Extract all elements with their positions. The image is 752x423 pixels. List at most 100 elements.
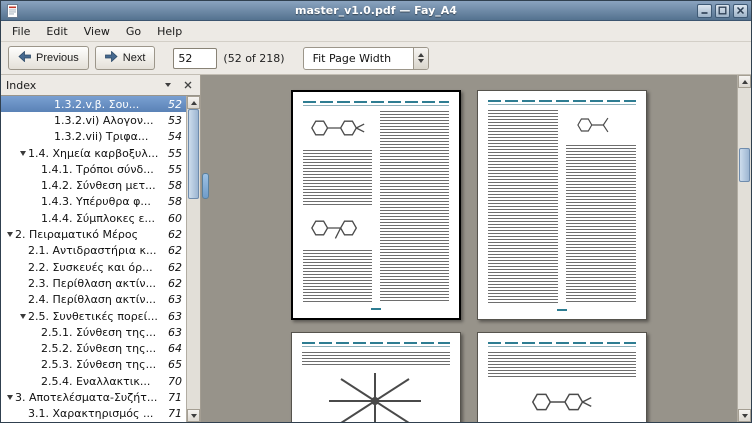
- index-item[interactable]: 3.1. Χαρακτηρισμός ...71: [1, 406, 186, 422]
- window-title: master_v1.0.pdf — Fay_A4: [1, 4, 751, 17]
- index-item-page: 58: [166, 195, 186, 208]
- index-item[interactable]: 3. Αποτελέσματα-Συζήτ...71: [1, 389, 186, 405]
- index-item[interactable]: 2.2. Συσκευές και όρ...62: [1, 259, 186, 275]
- menu-view[interactable]: View: [76, 23, 118, 40]
- titlebar[interactable]: master_v1.0.pdf — Fay_A4: [1, 1, 751, 21]
- chevron-down-icon: [165, 83, 171, 87]
- index-item[interactable]: 1.3.2.v.β. Σου...52: [1, 96, 186, 112]
- sidebar-close-button[interactable]: [181, 78, 195, 92]
- scroll-up-button[interactable]: [187, 96, 200, 109]
- expander-icon[interactable]: [17, 314, 28, 319]
- expander-icon[interactable]: [4, 395, 15, 400]
- index-item[interactable]: 1.3.2.vii) Τριφα...54: [1, 129, 186, 145]
- index-item[interactable]: 2.5.2. Σύνθεση της...64: [1, 340, 186, 356]
- scroll-down-button[interactable]: [187, 409, 200, 422]
- page-thumbnail[interactable]: [477, 90, 647, 320]
- sidebar-scroll-thumb[interactable]: [188, 109, 199, 199]
- index-item-page: 71: [166, 391, 186, 404]
- index-item-label: 2.5.1. Σύνθεση της...: [41, 326, 166, 339]
- index-item-page: 63: [166, 310, 186, 323]
- scroll-down-button[interactable]: [738, 409, 751, 422]
- chemical-structure-figure: [566, 110, 636, 140]
- sidebar-scroll-track[interactable]: [187, 109, 200, 409]
- menu-help[interactable]: Help: [149, 23, 190, 40]
- triangle-up-icon: [418, 53, 424, 57]
- index-item-label: 2.5. Συνθετικές πορεί...: [28, 310, 166, 323]
- main-scroll-track[interactable]: [738, 88, 751, 409]
- page-header: [488, 342, 636, 347]
- page-footer: [488, 309, 636, 312]
- main-scroll-thumb[interactable]: [739, 148, 750, 182]
- menu-go[interactable]: Go: [118, 23, 149, 40]
- menu-file[interactable]: File: [4, 23, 38, 40]
- index-item[interactable]: 1.4.2. Σύνθεση μετ...58: [1, 177, 186, 193]
- scroll-up-button[interactable]: [738, 75, 751, 88]
- triangle-up-icon: [742, 80, 748, 84]
- arrow-left-icon: [18, 51, 31, 65]
- minimize-button[interactable]: [697, 4, 712, 18]
- index-item[interactable]: 1.4.4. Σύμπλοκες ε...60: [1, 210, 186, 226]
- index-item-label: 2.5.4. Εναλλακτικ...: [41, 375, 166, 388]
- index-item-page: 53: [166, 114, 186, 127]
- index-item-label: 1.4.4. Σύμπλοκες ε...: [41, 212, 166, 225]
- index-item[interactable]: 1.4. Χημεία καρβοξυλ...55: [1, 145, 186, 161]
- index-item[interactable]: 2.5.4. Εναλλακτικ...70: [1, 373, 186, 389]
- index-item[interactable]: 2.3. Περίθλαση ακτίν...62: [1, 275, 186, 291]
- index-item[interactable]: 1.4.1. Τρόποι σύνδ...55: [1, 161, 186, 177]
- index-item[interactable]: 2. Πειραματικό Μέρος62: [1, 226, 186, 242]
- page-number-input[interactable]: [173, 48, 217, 69]
- page-header: [488, 100, 636, 105]
- page-thumbnail[interactable]: [477, 332, 647, 422]
- expander-icon[interactable]: [4, 232, 15, 237]
- index-tree: 1.3.2.v.β. Σου...521.3.2.vi) Αλογον...53…: [1, 96, 186, 422]
- index-item-label: 2.2. Συσκευές και όρ...: [28, 261, 166, 274]
- maximize-button[interactable]: [715, 4, 730, 18]
- index-item-page: 65: [166, 358, 186, 371]
- arrow-right-icon: [105, 51, 118, 65]
- chemical-structure-figure: [302, 371, 450, 422]
- index-item-label: 2.5.2. Σύνθεση της...: [41, 342, 166, 355]
- index-item-page: 62: [166, 277, 186, 290]
- index-item-label: 1.3.2.vii) Τριφα...: [54, 130, 166, 143]
- index-item[interactable]: 2.5. Συνθετικές πορεί...63: [1, 308, 186, 324]
- index-item-label: 3.1. Χαρακτηρισμός ...: [28, 407, 166, 420]
- index-item-label: 2.1. Αντιδραστήρια κ...: [28, 244, 166, 257]
- index-item-label: 2.5.3. Σύνθεση της...: [41, 358, 166, 371]
- index-item[interactable]: 2.1. Αντιδραστήρια κ...62: [1, 243, 186, 259]
- document-view: [201, 75, 751, 422]
- pdf-document-icon: [6, 4, 19, 18]
- index-item[interactable]: 2.5.3. Σύνθεση της...65: [1, 357, 186, 373]
- page-thumbnail[interactable]: [291, 332, 461, 422]
- previous-label: Previous: [36, 52, 79, 64]
- index-item-label: 2. Πειραματικό Μέρος: [15, 228, 166, 241]
- index-item-label: 1.3.2.v.β. Σου...: [54, 98, 166, 111]
- index-item-page: 52: [166, 98, 186, 111]
- main-scrollbar[interactable]: [737, 75, 751, 422]
- chemical-structure-figure: [488, 383, 636, 421]
- zoom-combobox[interactable]: Fit Page Width: [303, 47, 429, 70]
- index-item-label: 1.4.3. Υπέρυθρα φ...: [41, 195, 166, 208]
- menu-edit[interactable]: Edit: [38, 23, 75, 40]
- pages-canvas[interactable]: [201, 75, 737, 422]
- index-item[interactable]: 1.3.2.vi) Αλογον...53: [1, 112, 186, 128]
- triangle-down-icon: [742, 414, 748, 418]
- expander-icon[interactable]: [17, 151, 28, 156]
- index-item[interactable]: 1.4.3. Υπέρυθρα φ...58: [1, 194, 186, 210]
- index-item-page: 63: [166, 293, 186, 306]
- index-item-page: 62: [166, 244, 186, 257]
- index-item[interactable]: 2.4. Περίθλαση ακτίν...63: [1, 292, 186, 308]
- page-header: [303, 101, 449, 106]
- index-item-page: 70: [166, 375, 186, 388]
- previous-button[interactable]: Previous: [8, 46, 89, 70]
- close-button[interactable]: [733, 4, 748, 18]
- page-count-label: (52 of 218): [223, 52, 284, 65]
- sidebar-scrollbar[interactable]: [186, 96, 200, 422]
- index-item-page: 63: [166, 326, 186, 339]
- combo-stepper-icons[interactable]: [413, 48, 428, 69]
- next-button[interactable]: Next: [95, 46, 156, 70]
- index-item-label: 3. Αποτελέσματα-Συζήτ...: [15, 391, 166, 404]
- page-thumbnail-current[interactable]: [291, 90, 461, 320]
- index-item[interactable]: 2.5.1. Σύνθεση της...63: [1, 324, 186, 340]
- close-icon: [184, 81, 192, 89]
- sidebar-dropdown-button[interactable]: [161, 78, 175, 92]
